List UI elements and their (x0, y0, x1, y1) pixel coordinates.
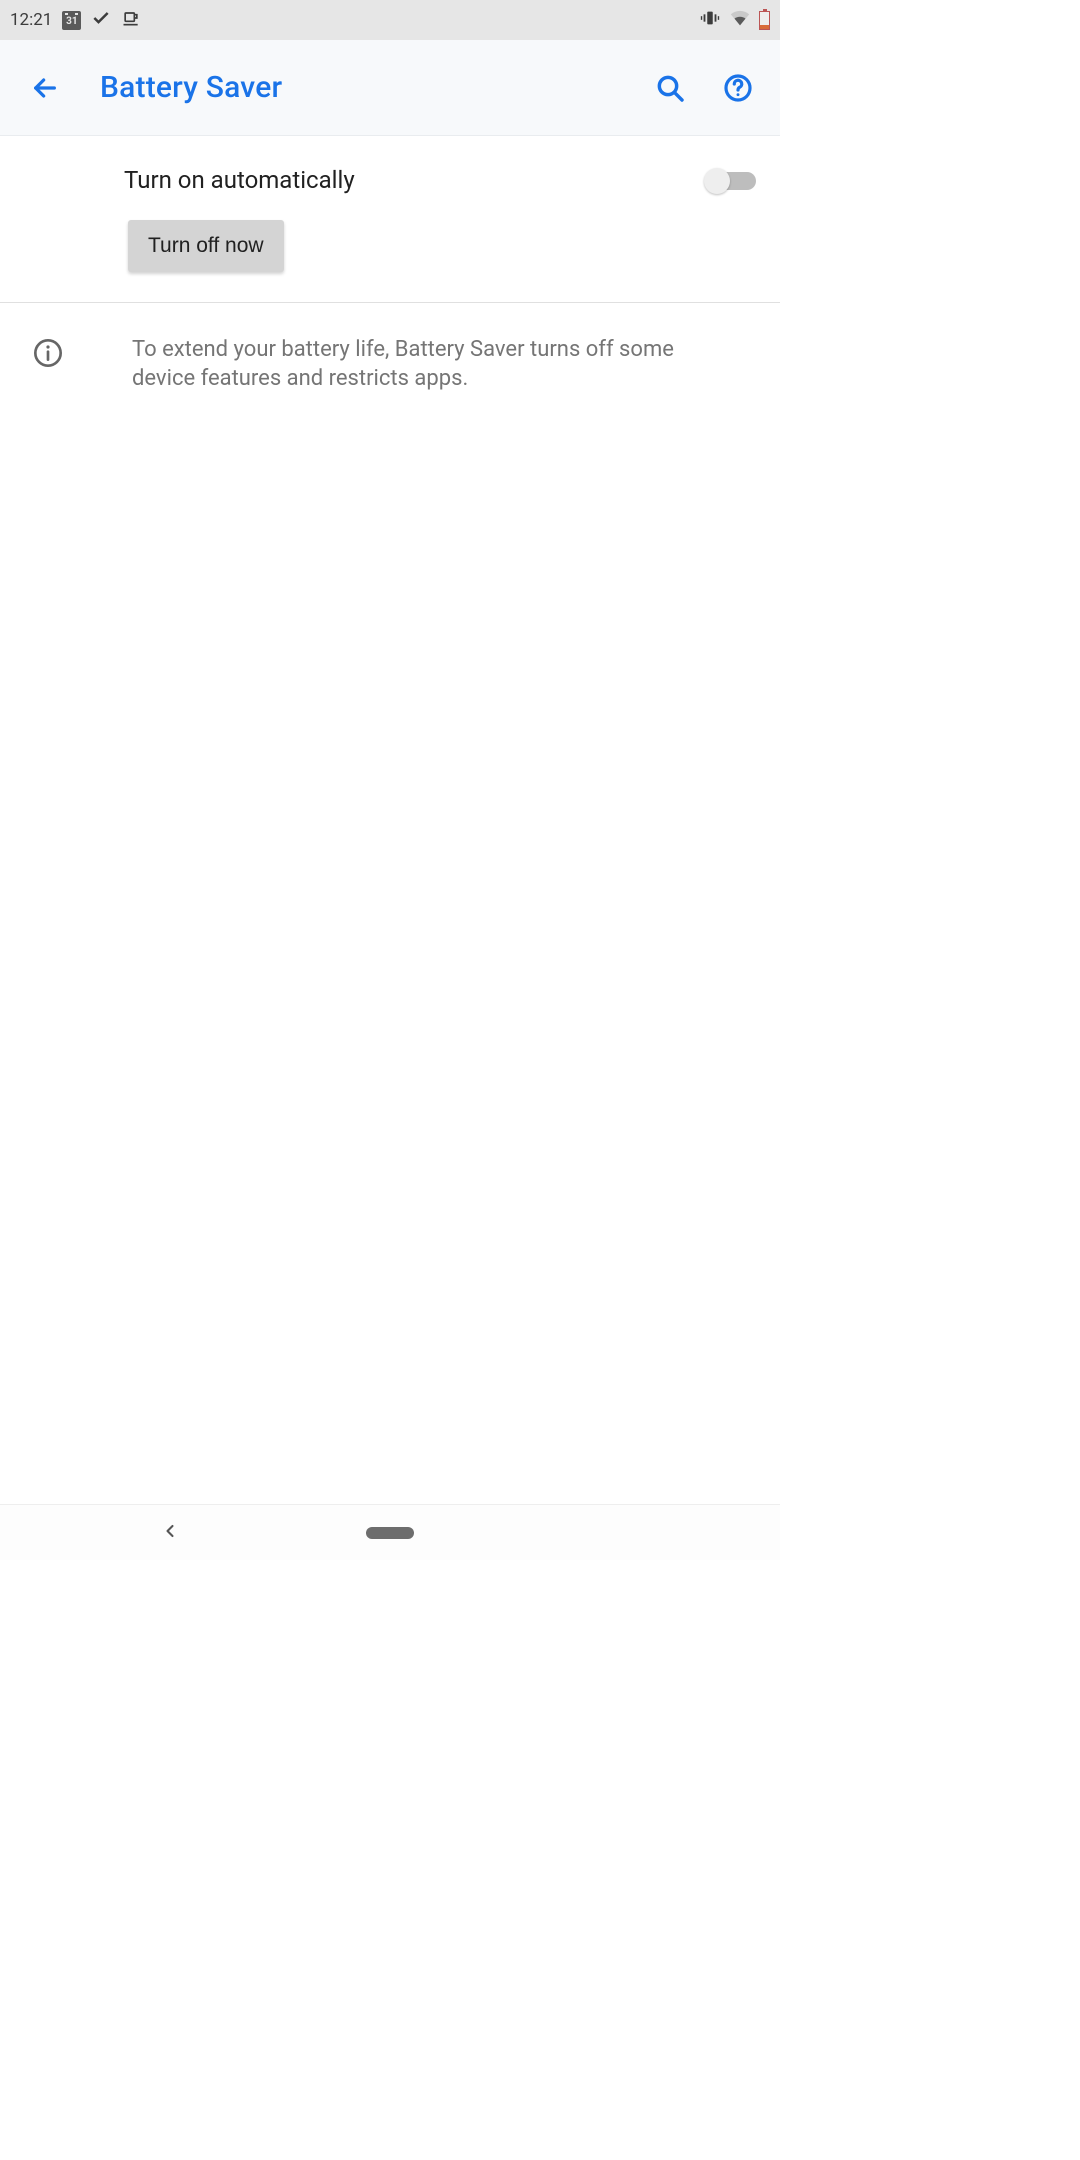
switch-thumb (704, 168, 730, 194)
button-row: Turn off now (0, 220, 780, 302)
status-left: 12:21 31 (10, 8, 141, 33)
nav-home-pill[interactable] (366, 1527, 414, 1539)
back-button[interactable] (16, 59, 74, 117)
content: Turn on automatically Turn off now To ex… (0, 136, 780, 1504)
calendar-icon: 31 (62, 11, 81, 30)
vibrate-icon (699, 7, 721, 34)
battery-low-icon (759, 11, 770, 30)
app-bar: Battery Saver (0, 40, 780, 136)
info-row: To extend your battery life, Battery Sav… (0, 303, 780, 413)
navigation-bar (0, 1504, 780, 1560)
turn-on-automatically-label: Turn on automatically (124, 166, 355, 194)
status-bar: 12:21 31 (0, 0, 780, 40)
turn-on-automatically-switch[interactable] (704, 166, 756, 194)
wifi-icon (729, 7, 751, 34)
nav-back-button[interactable] (160, 1521, 180, 1545)
status-time: 12:21 (10, 10, 52, 30)
checkmark-icon (91, 8, 111, 33)
info-icon (24, 335, 64, 373)
info-text: To extend your battery life, Battery Sav… (132, 335, 756, 393)
help-button[interactable] (718, 68, 758, 108)
app-bar-actions (650, 68, 764, 108)
page-title: Battery Saver (100, 70, 282, 105)
turn-on-automatically-row[interactable]: Turn on automatically (0, 136, 780, 220)
turn-off-now-button[interactable]: Turn off now (128, 220, 284, 272)
status-right (699, 7, 770, 34)
cup-icon (121, 8, 141, 33)
search-button[interactable] (650, 68, 690, 108)
